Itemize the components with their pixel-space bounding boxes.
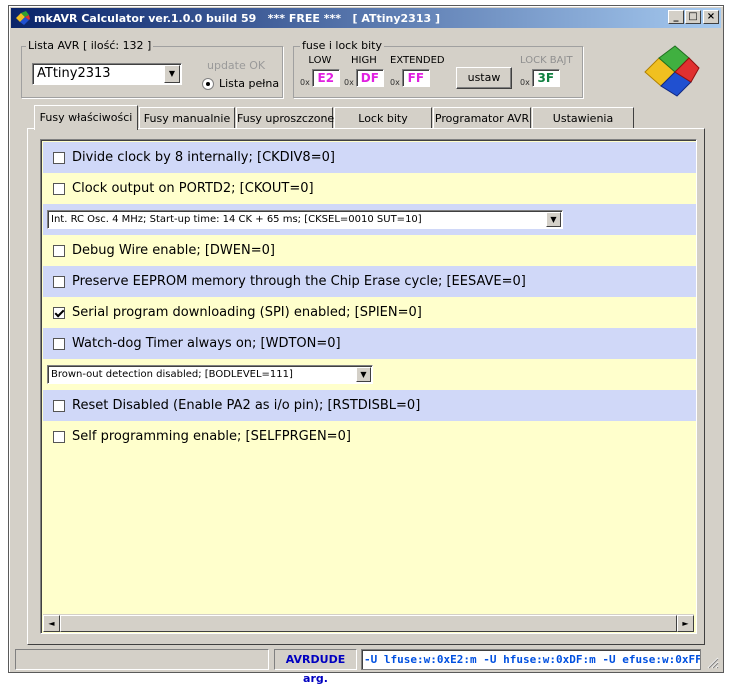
resize-grip-icon[interactable] — [705, 655, 719, 669]
hex-prefix: 0x — [520, 78, 530, 87]
fuse-lock-legend: fuse i lock bity — [300, 39, 384, 52]
tab-settings[interactable]: Ustawienia — [532, 107, 634, 129]
lock-byte-label: LOCK BAJT — [520, 55, 573, 66]
brownout-value: Brown-out detection disabled; [BODLEVEL=… — [51, 369, 293, 380]
fuse-row-rstdisbl[interactable]: Reset Disabled (Enable PA2 as i/o pin); … — [43, 390, 696, 421]
fuse-label: Reset Disabled (Enable PA2 as i/o pin); … — [72, 398, 421, 413]
lock-byte: LOCK BAJT 0x 3F — [520, 55, 573, 87]
chevron-down-icon[interactable]: ▼ — [546, 212, 561, 227]
radio-selected-icon[interactable] — [202, 77, 214, 90]
fuse-label: Clock output on PORTD2; [CKOUT=0] — [72, 181, 314, 196]
low-fuse-label: LOW — [308, 55, 332, 66]
full-list-radio[interactable]: Lista pełna — [202, 77, 279, 90]
tab-fuse-manual[interactable]: Fusy manualnie — [139, 107, 235, 129]
checkbox[interactable] — [53, 337, 65, 350]
fuse-row-selfprgen[interactable]: Self programming enable; [SELFPRGEN=0] — [43, 421, 696, 452]
fuse-row-eesave[interactable]: Preserve EEPROM memory through the Chip … — [43, 266, 696, 297]
extended-fuse: EXTENDED 0x FF — [390, 55, 445, 87]
clock-source-select[interactable]: Int. RC Osc. 4 MHz; Start-up time: 14 CK… — [47, 210, 563, 229]
tab-panel: Divide clock by 8 internally; [CKDIV8=0]… — [27, 128, 705, 645]
fuse-label: Serial program downloading (SPI) enabled… — [72, 305, 422, 320]
title-bar[interactable]: mkAVR Calculator ver.1.0.0 build 59 *** … — [11, 8, 721, 28]
fuse-label: Divide clock by 8 internally; [CKDIV8=0] — [72, 150, 335, 165]
lock-byte-input[interactable]: 3F — [531, 69, 560, 87]
fuse-row-cksel: Int. RC Osc. 4 MHz; Start-up time: 14 CK… — [43, 204, 696, 235]
fuse-row-wdton[interactable]: Watch-dog Timer always on; [WDTON=0] — [43, 328, 696, 359]
hex-prefix: 0x — [344, 78, 354, 87]
scrollbar-thumb[interactable] — [60, 615, 677, 632]
clock-source-value: Int. RC Osc. 4 MHz; Start-up time: 14 CK… — [51, 214, 422, 225]
close-button[interactable]: × — [703, 10, 719, 24]
fuse-label: Debug Wire enable; [DWEN=0] — [72, 243, 275, 258]
app-logo-icon — [644, 45, 700, 97]
full-list-radio-label: Lista pełna — [219, 77, 280, 90]
fuse-lock-group: fuse i lock bity LOW 0x E2 HIGH 0x DF EX… — [293, 39, 583, 98]
checkbox[interactable] — [53, 151, 65, 164]
chevron-down-icon[interactable]: ▼ — [164, 65, 180, 83]
checkbox[interactable] — [53, 430, 65, 443]
avr-device-select[interactable]: ATtiny2313 ▼ — [32, 63, 182, 85]
apply-fuses-button[interactable]: ustaw — [456, 67, 512, 89]
avrdude-label: AVRDUDE arg. — [274, 649, 357, 685]
fuse-list: Divide clock by 8 internally; [CKDIV8=0]… — [40, 139, 697, 634]
minimize-button[interactable]: _ — [668, 10, 684, 24]
checkbox[interactable] — [53, 275, 65, 288]
extended-fuse-input[interactable]: FF — [401, 69, 430, 87]
fuse-row-dwen[interactable]: Debug Wire enable; [DWEN=0] — [43, 235, 696, 266]
tab-lock-bits[interactable]: Lock bity — [334, 107, 432, 129]
avr-list-legend: Lista AVR [ ilość: 132 ] — [26, 39, 154, 52]
fuse-row-ckout[interactable]: Clock output on PORTD2; [CKOUT=0] — [43, 173, 696, 204]
fuse-row-bodlevel: Brown-out detection disabled; [BODLEVEL=… — [43, 359, 696, 390]
fuse-label: Self programming enable; [SELFPRGEN=0] — [72, 429, 351, 444]
brownout-select[interactable]: Brown-out detection disabled; [BODLEVEL=… — [47, 365, 373, 384]
app-logo-icon — [16, 11, 30, 25]
app-window: mkAVR Calculator ver.1.0.0 build 59 *** … — [8, 5, 724, 685]
fuse-label: Watch-dog Timer always on; [WDTON=0] — [72, 336, 341, 351]
high-fuse-input[interactable]: DF — [355, 69, 384, 87]
checkbox[interactable] — [53, 399, 65, 412]
avr-device-value: ATtiny2313 — [37, 66, 111, 81]
avr-list-group: Lista AVR [ ilość: 132 ] ATtiny2313 ▼ up… — [21, 39, 283, 98]
tab-fuse-simplified[interactable]: Fusy uproszczone — [236, 107, 334, 129]
window-title: mkAVR Calculator ver.1.0.0 build 59 *** … — [34, 11, 440, 25]
status-panel — [15, 649, 269, 670]
scroll-left-icon[interactable]: ◄ — [43, 615, 60, 632]
high-fuse: HIGH 0x DF — [344, 55, 384, 87]
hex-prefix: 0x — [390, 78, 400, 87]
maximize-button[interactable]: □ — [685, 10, 701, 24]
fuse-label: Preserve EEPROM memory through the Chip … — [72, 274, 526, 289]
fuse-row-ckdiv8[interactable]: Divide clock by 8 internally; [CKDIV8=0] — [43, 142, 696, 173]
chevron-down-icon[interactable]: ▼ — [356, 367, 371, 382]
checkbox-checked[interactable] — [53, 306, 65, 319]
low-fuse-input[interactable]: E2 — [311, 69, 340, 87]
avrdude-args-field[interactable]: -U lfuse:w:0xE2:m -U hfuse:w:0xDF:m -U e… — [361, 649, 701, 670]
low-fuse: LOW 0x E2 — [300, 55, 340, 87]
horizontal-scrollbar[interactable]: ◄ ► — [43, 614, 694, 632]
tab-fuse-properties[interactable]: Fusy właściwości — [34, 105, 138, 130]
tab-avr-programmer[interactable]: Programator AVR — [433, 107, 531, 129]
tab-strip: Fusy właściwości Fusy manualnie Fusy upr… — [34, 105, 654, 130]
status-bar: AVRDUDE arg. -U lfuse:w:0xE2:m -U hfuse:… — [15, 649, 721, 685]
extended-fuse-label: EXTENDED — [390, 55, 445, 66]
high-fuse-label: HIGH — [351, 55, 377, 66]
checkbox[interactable] — [53, 182, 65, 195]
fuse-row-spien[interactable]: Serial program downloading (SPI) enabled… — [43, 297, 696, 328]
scroll-right-icon[interactable]: ► — [677, 615, 694, 632]
checkbox[interactable] — [53, 244, 65, 257]
update-status: update OK — [207, 59, 266, 72]
hex-prefix: 0x — [300, 78, 310, 87]
